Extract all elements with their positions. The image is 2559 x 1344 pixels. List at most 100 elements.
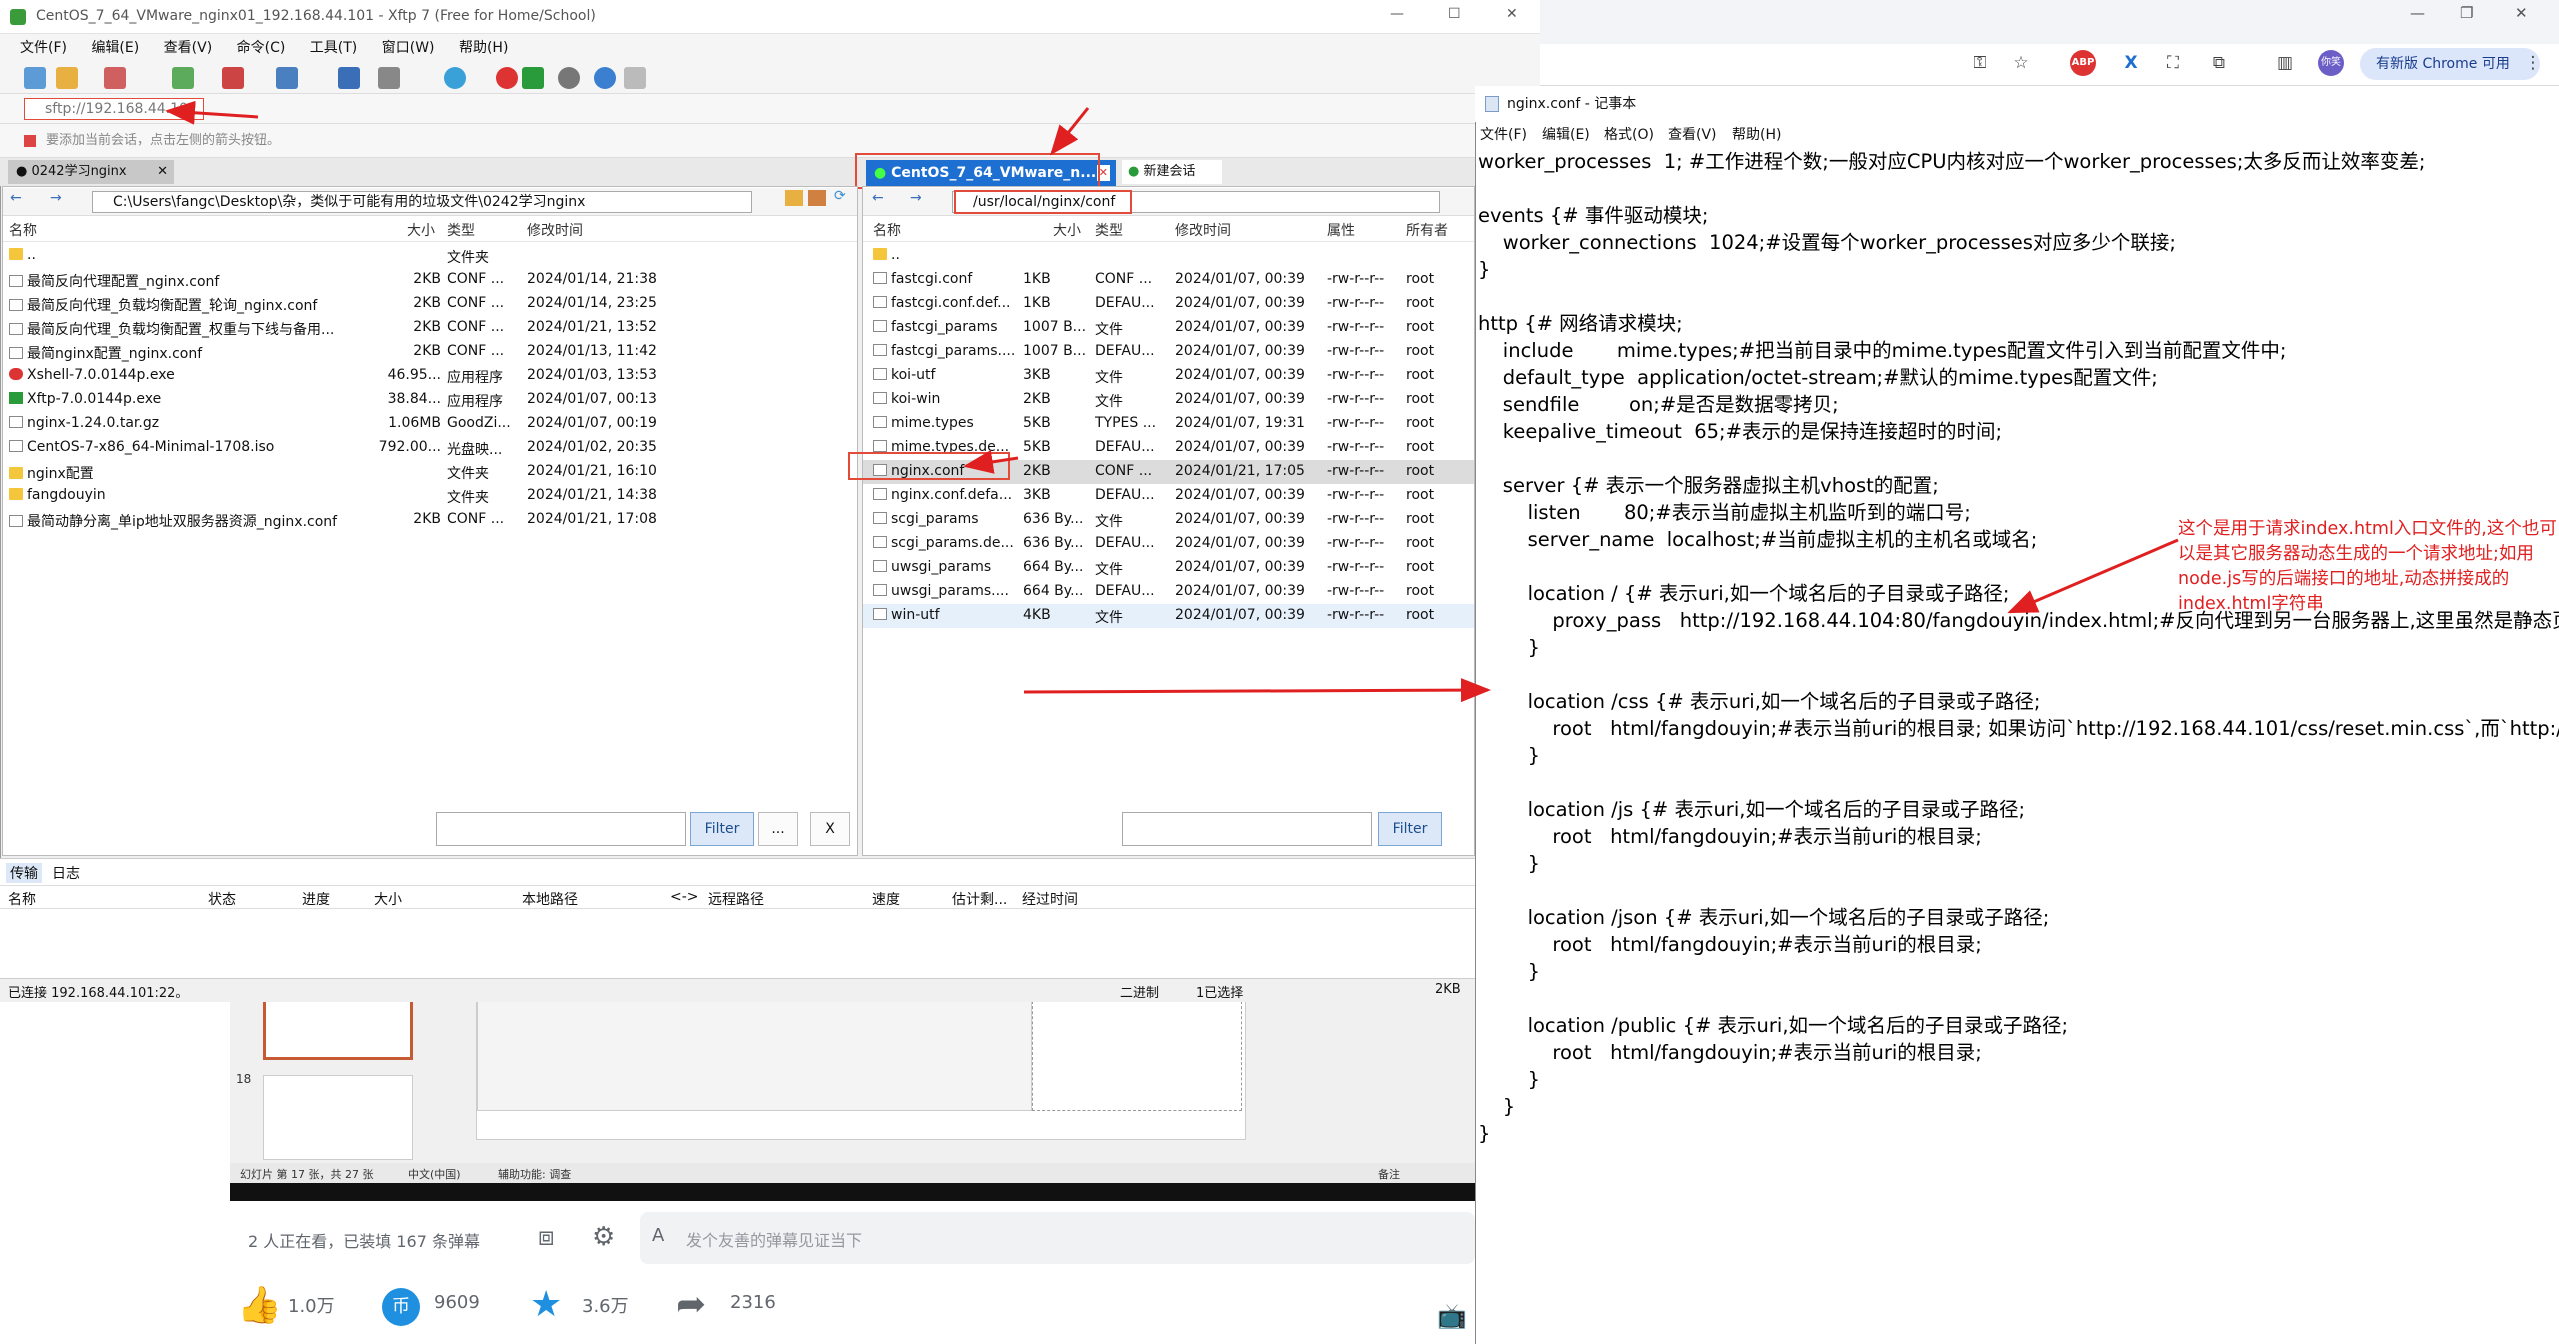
local-path-input[interactable]: C:\Users\fangc\Desktop\杂，类似于可能有用的垃圾文件\02… [92,191,752,213]
menu-tools[interactable]: 工具(T) [310,40,357,56]
column-modified[interactable]: 修改时间 [527,220,583,240]
local-filter-input[interactable] [436,812,686,846]
file-row[interactable]: fastcgi_params.... 1007 B... DEFAU... 2024/… [863,340,1474,364]
transfer-icon[interactable] [222,67,244,89]
file-row[interactable]: koi-win 2KB 文件 2024/01/07, 00:39 -rw-r--r-- r… [863,388,1474,412]
back-arrow-icon[interactable]: ← [10,190,22,206]
menu-command[interactable]: 命令(C) [237,40,286,56]
remote-filter-input[interactable] [1122,812,1372,846]
tab-log[interactable]: 日志 [52,863,80,883]
danmu-toggle-icon[interactable]: ⧈ [538,1222,555,1253]
file-row[interactable]: nginx.conf.defa... 3KB DEFAU... 2024/01/07,… [863,484,1474,508]
maximize-icon[interactable]: ☐ [1448,6,1461,22]
local-filter-button[interactable]: Filter [690,812,754,846]
minimize-icon[interactable]: — [1390,6,1404,22]
screenshot-icon[interactable]: ⛶ [2160,50,2186,76]
file-row[interactable]: Xshell-7.0.0144p.exe 46.95... 应用程序 2024/01/… [3,364,857,388]
globe-icon[interactable] [444,67,466,89]
danmu-input[interactable]: A 发个友善的弹幕见证当下 [640,1212,1475,1264]
menu-file[interactable]: 文件(F) [1480,124,1527,144]
forward-arrow-icon[interactable]: → [50,190,62,206]
file-row[interactable]: fastcgi.conf.def... 1KB DEFAU... 2024/01/07… [863,292,1474,316]
column-name[interactable]: 名称 [9,220,37,240]
sidepanel-icon[interactable]: ▥ [2272,50,2298,76]
local-more-button[interactable]: ... [758,812,798,846]
menu-help[interactable]: 帮助(H) [459,40,508,56]
file-row[interactable]: scgi_params 636 By... 文件 2024/01/07, 00:39 -… [863,508,1474,532]
new-session-icon[interactable] [24,67,46,89]
column-size[interactable]: 大小 [1053,220,1081,240]
coin-icon[interactable]: 币 [382,1288,420,1326]
menu-view[interactable]: 查看(V) [164,40,213,56]
file-row[interactable]: win-utf 4KB 文件 2024/01/07, 00:39 -rw-r--r-- r… [863,604,1474,628]
column-size[interactable]: 大小 [374,889,402,909]
column-type[interactable]: 类型 [1095,220,1123,240]
sync-icon[interactable] [338,67,360,89]
address-input[interactable]: sftp://192.168.44.101 [24,98,204,120]
file-row[interactable]: CentOS-7-x86_64-Minimal-1708.iso 792.00..… [3,436,857,460]
file-row[interactable]: mime.types 5KB TYPES ... 2024/01/07, 19:31 -… [863,412,1474,436]
menu-file[interactable]: 文件(F) [20,40,67,56]
help-icon[interactable] [594,67,616,89]
adblock-icon[interactable]: ABP [2070,50,2096,76]
menu-format[interactable]: 格式(O) [1604,124,1654,144]
upload-icon[interactable] [276,67,298,89]
forward-arrow-icon[interactable]: → [910,190,922,206]
copy-icon[interactable] [378,67,400,89]
tab-new-session[interactable]: ● 新建会话 [1122,160,1222,184]
refresh-icon[interactable]: ⟳ [834,188,846,204]
menu-window[interactable]: 窗口(W) [382,40,435,56]
file-row[interactable]: .. [863,244,1474,268]
file-row[interactable]: 最简nginx配置_nginx.conf 2KB CONF ... 2024/01/1… [3,340,857,364]
menu-edit[interactable]: 编辑(E) [91,40,139,56]
file-row[interactable]: uwsgi_params 664 By... 文件 2024/01/07, 00:39… [863,556,1474,580]
share-icon[interactable]: ➦ [676,1284,706,1325]
ppt-thumbnail[interactable] [263,1075,413,1160]
file-row[interactable]: fastcgi_params 1007 B... 文件 2024/01/07, 00:… [863,316,1474,340]
home-icon[interactable] [808,190,826,206]
menu-edit[interactable]: 编辑(E) [1542,124,1590,144]
tab-transfer[interactable]: 传输 [6,863,42,883]
file-row[interactable]: koi-utf 3KB 文件 2024/01/07, 00:39 -rw-r--r-- r… [863,364,1474,388]
column-attributes[interactable]: 属性 [1327,220,1355,240]
avatar[interactable]: 你笑 [2318,50,2344,76]
file-row[interactable]: 最简反向代理配置_nginx.conf 2KB CONF ... 2024/01/14… [3,268,857,292]
close-icon[interactable]: ✕ [157,160,168,184]
maximize-icon[interactable]: ❐ [2460,4,2473,22]
notepad-editor[interactable]: worker_processes 1; #工作进程个数;一般对应CPU内核对应一… [1478,148,2559,1344]
back-arrow-icon[interactable]: ← [872,190,884,206]
file-row[interactable]: fangdouyin 文件夹 2024/01/21, 14:38 [3,484,857,508]
column-owner[interactable]: 所有者 [1406,220,1448,240]
menu-help[interactable]: 帮助(H) [1732,124,1781,144]
file-row[interactable]: 最简反向代理_负载均衡配置_权重与下线与备用... 2KB CONF ... 2024… [3,316,857,340]
column-size[interactable]: 大小 [407,220,435,240]
ppt-notes[interactable]: 备注 [1378,1166,1400,1182]
close-icon[interactable]: ✕ [1506,6,1518,22]
settings-gear-icon[interactable] [558,67,580,89]
disconnect-icon[interactable] [104,67,126,89]
column-direction[interactable]: <-> [670,889,699,905]
close-icon[interactable]: ✕ [2515,4,2528,22]
column-modified[interactable]: 修改时间 [1175,220,1231,240]
column-progress[interactable]: 进度 [302,889,330,909]
bookmark-star-icon[interactable]: ☆ [2008,50,2034,76]
file-row[interactable]: nginx配置 文件夹 2024/01/21, 16:10 [3,460,857,484]
column-elapsed[interactable]: 经过时间 [1022,889,1078,909]
file-row[interactable]: 最简反向代理_负载均衡配置_轮询_nginx.conf 2KB CONF ... 20… [3,292,857,316]
file-row[interactable]: nginx-1.24.0.tar.gz 1.06MB GoodZi... 2024/0… [3,412,857,436]
file-row[interactable]: scgi_params.de... 636 By... DEFAU... 2024/0… [863,532,1474,556]
menu-view[interactable]: 查看(V) [1668,124,1717,144]
file-row[interactable]: 最简动静分离_单ip地址双服务器资源_nginx.conf 2KB CONF ...… [3,508,857,532]
column-speed[interactable]: 速度 [872,889,900,909]
remote-filter-button[interactable]: Filter [1378,812,1442,846]
chrome-upgrade-button[interactable]: 有新版 Chrome 可用 [2360,48,2540,80]
column-eta[interactable]: 估计剩... [952,889,1007,909]
file-row[interactable]: .. 文件夹 [3,244,857,268]
column-name[interactable]: 名称 [8,889,36,909]
bilibili-tv-icon[interactable]: 📺 [1437,1302,1467,1330]
chat-icon[interactable] [624,67,646,89]
column-local-path[interactable]: 本地路径 [522,889,578,909]
column-name[interactable]: 名称 [873,220,901,240]
extensions-puzzle-icon[interactable]: ⧉ [2206,50,2232,76]
favorite-star-icon[interactable]: ★ [530,1284,562,1325]
